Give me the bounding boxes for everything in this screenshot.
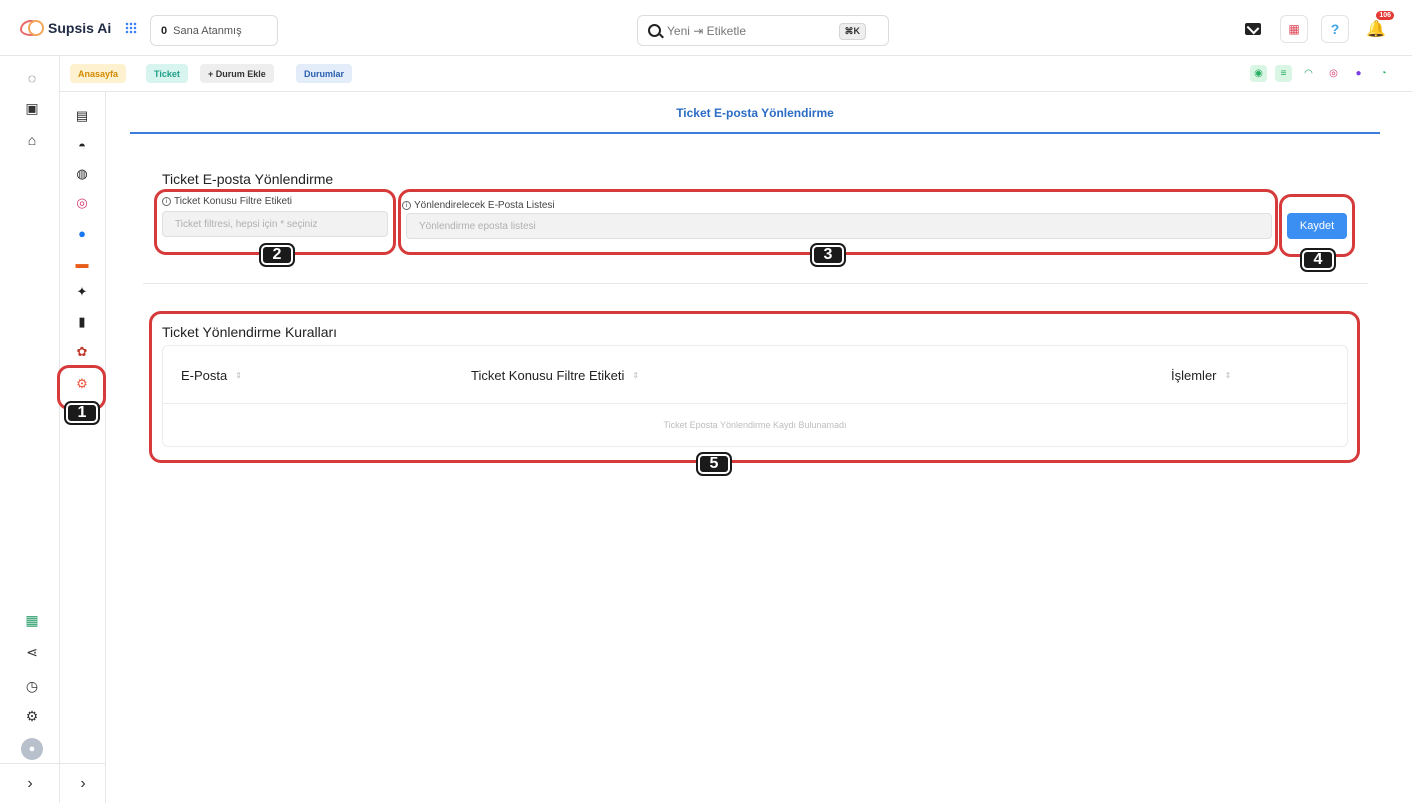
breadcrumb: Anasayfa Ticket + Durum Ekle Durumlar ◉ … (60, 56, 1412, 92)
contacts-icon[interactable]: ▣ (24, 100, 40, 116)
chatbot-channel-icon[interactable]: ◉ (1250, 65, 1267, 82)
notification-count: 106 (1376, 11, 1394, 20)
logo-icon (20, 20, 44, 36)
global-search[interactable]: Yeni ⇥ Etiketle ⌘K (637, 15, 889, 46)
assigned-to-me-button[interactable]: 0 Sana Atanmış (150, 15, 278, 46)
dashboard-icon[interactable]: ▦ (24, 612, 40, 628)
form-title: Ticket E-posta Yönlendirme (162, 171, 334, 187)
marketplace-icon[interactable]: ▬ (74, 255, 90, 271)
globe-icon[interactable]: ◍ (74, 166, 90, 182)
mail-icon[interactable] (1239, 15, 1267, 43)
annotation-number-3: 3 (810, 243, 846, 267)
integration-icon[interactable]: ✿ (74, 344, 90, 360)
primary-sidebar: ◌ ▣ ⌂ ▦ ⋖ ◷ ⚙ ● › (0, 56, 60, 803)
secondary-sidebar: ▤ ◓ ◍ ◎ ● ▬ ✦ ▮ ✿ ⚙ › (60, 56, 106, 803)
whatsapp-channel-icon[interactable]: ◔ (1375, 65, 1392, 82)
brand-name: Supsis Ai (48, 20, 112, 36)
annotation-number-4: 4 (1300, 248, 1336, 272)
history-icon[interactable]: ◷ (24, 678, 40, 694)
expand-sidebar-button[interactable]: › (0, 763, 60, 803)
annotation-number-1: 1 (64, 401, 100, 425)
search-icon (648, 24, 661, 37)
annotation-box-5 (149, 311, 1360, 463)
search-placeholder: Yeni ⇥ Etiketle (667, 23, 746, 38)
chat-icon[interactable]: ◌ (24, 70, 40, 86)
search-shortcut: ⌘K (838, 23, 866, 40)
section-divider (143, 283, 1368, 284)
flag-icon[interactable]: ▦ (1280, 15, 1308, 43)
help-icon[interactable]: ? (1321, 15, 1349, 43)
ai-sparkle-icon[interactable]: ✦ (74, 284, 90, 300)
document-icon[interactable]: ▮ (74, 314, 90, 330)
share-icon[interactable]: ⋖ (24, 644, 40, 660)
instagram-channel-icon[interactable]: ◎ (1325, 65, 1342, 82)
avatar[interactable]: ● (21, 738, 43, 760)
top-bar: Supsis Ai 0 Sana Atanmış Yeni ⇥ Etiketle… (0, 0, 1412, 56)
annotation-number-2: 2 (259, 243, 295, 267)
statuses-button[interactable]: Durumlar (296, 64, 353, 83)
settings-icon[interactable]: ⚙ (24, 708, 40, 724)
expand-submenu-button[interactable]: › (60, 763, 106, 803)
wifi-channel-icon[interactable]: ◠ (1300, 65, 1317, 82)
bot-icon[interactable]: ◓ (74, 137, 90, 153)
breadcrumb-home[interactable]: Anasayfa (70, 64, 127, 83)
page-title: Ticket E-posta Yönlendirme (130, 106, 1380, 134)
add-status-button[interactable]: + Durum Ekle (200, 64, 274, 83)
assigned-label: Sana Atanmış (173, 24, 242, 37)
ticket-icon[interactable]: ▤ (74, 108, 90, 124)
breadcrumb-ticket[interactable]: Ticket (146, 64, 188, 83)
assigned-count: 0 (161, 24, 168, 37)
list-channel-icon[interactable]: ≡ (1275, 65, 1292, 82)
facebook-icon[interactable]: ● (74, 225, 90, 241)
annotation-number-5: 5 (696, 452, 732, 476)
instagram-icon[interactable]: ◎ (74, 195, 90, 211)
inbox-icon[interactable]: ⌂ (24, 132, 40, 148)
brand-logo[interactable]: Supsis Ai (20, 20, 138, 36)
messenger-channel-icon[interactable]: ● (1350, 65, 1367, 82)
apps-grid-icon[interactable] (125, 22, 138, 34)
annotation-box-4 (1279, 194, 1355, 257)
notification-bell-icon[interactable]: 🔔 106 (1362, 11, 1394, 43)
